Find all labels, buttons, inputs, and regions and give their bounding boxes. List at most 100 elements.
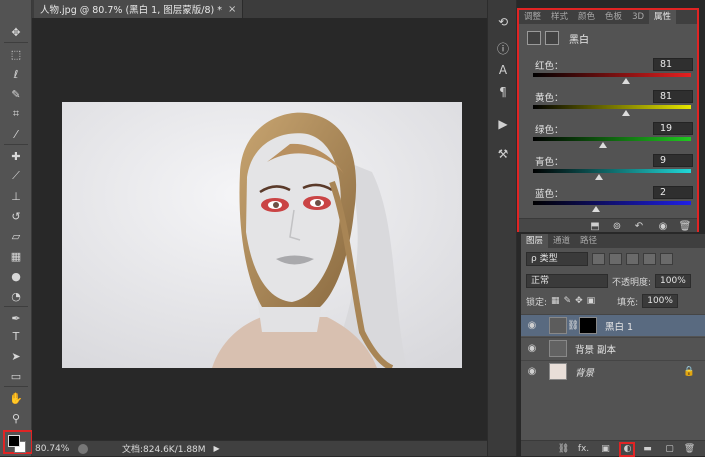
visibility-eye-icon[interactable]: ◉	[521, 366, 543, 377]
opacity-field[interactable]: 100%	[655, 274, 692, 288]
status-menu-arrow-icon[interactable]: ▶	[214, 444, 220, 453]
type-filter-icon[interactable]	[626, 253, 639, 265]
mask-thumbnail[interactable]	[579, 317, 597, 334]
tab-swatches[interactable]: 色板	[600, 10, 627, 24]
info-icon[interactable]: ⓘ	[495, 40, 511, 56]
dodge-tool-icon[interactable]: ◔	[6, 288, 26, 304]
visibility-eye-icon[interactable]: ◉	[657, 220, 669, 232]
lock-pixels-icon[interactable]: ✎	[564, 296, 572, 306]
canvas-area[interactable]	[32, 18, 487, 440]
lock-all-icon[interactable]: ▣	[587, 296, 596, 306]
view-previous-icon[interactable]: ⊚	[611, 220, 623, 232]
new-group-icon[interactable]: ▬	[641, 443, 654, 455]
trash-icon[interactable]: 🗑	[679, 220, 692, 232]
yellow-slider-track[interactable]	[533, 105, 691, 109]
layer-thumbnail	[549, 363, 567, 380]
green-slider-track[interactable]	[533, 137, 691, 141]
yellow-value-field[interactable]: 81	[653, 90, 693, 103]
cyan-slider-track[interactable]	[533, 169, 691, 173]
smart-object-filter-icon[interactable]	[660, 253, 673, 265]
marquee-tool-icon[interactable]: ⬚	[6, 46, 26, 62]
pen-tool-icon[interactable]: ✒	[6, 310, 26, 326]
actions-play-icon[interactable]: ▶	[495, 116, 511, 132]
path-select-tool-icon[interactable]: ➤	[6, 348, 26, 364]
layer-style-icon[interactable]: fx.	[577, 443, 590, 455]
red-slider-thumb[interactable]	[622, 78, 631, 84]
pixel-filter-icon[interactable]	[592, 253, 605, 265]
status-info-icon[interactable]	[78, 443, 88, 454]
tool-presets-icon[interactable]: ⚒	[495, 146, 511, 162]
trash-icon[interactable]: 🗑	[683, 443, 696, 455]
yellow-slider-row: 黄色： 81	[531, 90, 693, 118]
type-tool-icon[interactable]: T	[6, 328, 26, 344]
foreground-color-swatch[interactable]	[8, 435, 20, 447]
eyedropper-tool-icon[interactable]: ⁄	[6, 126, 26, 142]
link-layers-icon[interactable]: ⛓	[557, 443, 570, 455]
adjustment-layer-icon[interactable]	[527, 31, 541, 45]
blue-value-field[interactable]: 2	[653, 186, 693, 199]
layers-footer: ⛓ fx. ▣ ◐ ▬ ▢ 🗑	[521, 440, 705, 457]
layer-row-bw[interactable]: ◉ ⛓ 黑白 1	[521, 314, 705, 336]
layer-row-background[interactable]: ◉ 背景 🔒	[521, 360, 705, 382]
visibility-eye-icon[interactable]: ◉	[521, 320, 543, 331]
document-tab-title: 人物.jpg @ 80.7% (黑白 1, 图层蒙版/8) *	[40, 5, 222, 16]
gradient-tool-icon[interactable]: ▦	[6, 248, 26, 264]
zoom-tool-icon[interactable]: ⚲	[6, 410, 26, 426]
tab-properties[interactable]: 属性	[649, 10, 677, 24]
lasso-tool-icon[interactable]: ℓ	[6, 66, 26, 82]
layer-row-background-copy[interactable]: ◉ 背景 副本	[521, 337, 705, 359]
hand-tool-icon[interactable]: ✋	[6, 390, 26, 406]
color-swatches[interactable]	[3, 430, 33, 454]
lock-transparent-icon[interactable]: ▦	[551, 296, 560, 306]
layer-filter-kind[interactable]: ρ 类型	[526, 252, 588, 266]
crop-tool-icon[interactable]: ⌗	[6, 106, 26, 122]
blend-row: 正常 不透明度: 100%	[526, 274, 692, 288]
fill-field[interactable]: 100%	[642, 294, 679, 308]
visibility-eye-icon[interactable]: ◉	[521, 343, 543, 354]
brush-tool-icon[interactable]: ⟋	[6, 168, 26, 184]
shape-filter-icon[interactable]	[643, 253, 656, 265]
history-icon[interactable]: ⟲	[495, 14, 511, 30]
tab-paths[interactable]: 路径	[575, 234, 602, 248]
layers-tab-bar: 图层 通道 路径	[521, 234, 705, 248]
layer-mask-icon[interactable]	[545, 31, 559, 45]
blue-slider-track[interactable]	[533, 201, 691, 205]
document-image[interactable]	[62, 102, 462, 368]
adjustment-filter-icon[interactable]	[609, 253, 622, 265]
tab-layers[interactable]: 图层	[521, 234, 549, 248]
healing-brush-tool-icon[interactable]: ✚	[6, 148, 26, 164]
quick-select-tool-icon[interactable]: ✎	[6, 86, 26, 102]
blend-mode-select[interactable]: 正常	[526, 274, 608, 288]
green-value-field[interactable]: 19	[653, 122, 693, 135]
character-icon[interactable]: A	[495, 62, 511, 78]
document-tab[interactable]: 人物.jpg @ 80.7% (黑白 1, 图层蒙版/8) * ×	[34, 0, 244, 18]
green-slider-thumb[interactable]	[598, 142, 607, 148]
lock-position-icon[interactable]: ✥	[575, 296, 583, 306]
cyan-value-field[interactable]: 9	[653, 154, 693, 167]
new-layer-icon[interactable]: ▢	[663, 443, 676, 455]
move-tool-icon[interactable]: ✥	[6, 24, 26, 40]
red-value-field[interactable]: 81	[653, 58, 693, 71]
tab-adjustments[interactable]: 调整	[519, 10, 546, 24]
shape-tool-icon[interactable]: ▭	[6, 368, 26, 384]
tab-channels[interactable]: 通道	[548, 234, 575, 248]
panel-dock: ⟲ ⓘ A ¶ ▶ ⚒	[487, 0, 517, 456]
clone-stamp-tool-icon[interactable]: ⊥	[6, 188, 26, 204]
paragraph-icon[interactable]: ¶	[495, 84, 511, 100]
zoom-level[interactable]: 80.74%	[32, 444, 72, 454]
blue-slider-thumb[interactable]	[592, 206, 601, 212]
close-icon[interactable]: ×	[228, 4, 236, 15]
history-brush-tool-icon[interactable]: ↺	[6, 208, 26, 224]
blur-tool-icon[interactable]: ●	[6, 268, 26, 284]
yellow-slider-thumb[interactable]	[622, 110, 631, 116]
tab-color[interactable]: 颜色	[573, 10, 600, 24]
tab-styles[interactable]: 样式	[546, 10, 573, 24]
link-icon[interactable]: ⛓	[567, 320, 579, 331]
cyan-slider-thumb[interactable]	[595, 174, 604, 180]
add-mask-icon[interactable]: ▣	[599, 443, 612, 455]
tab-3d[interactable]: 3D	[627, 10, 649, 24]
clip-to-layer-icon[interactable]: ⬒	[589, 220, 601, 232]
eraser-tool-icon[interactable]: ▱	[6, 228, 26, 244]
red-slider-track[interactable]	[533, 73, 691, 77]
reset-icon[interactable]: ↶	[633, 220, 645, 232]
